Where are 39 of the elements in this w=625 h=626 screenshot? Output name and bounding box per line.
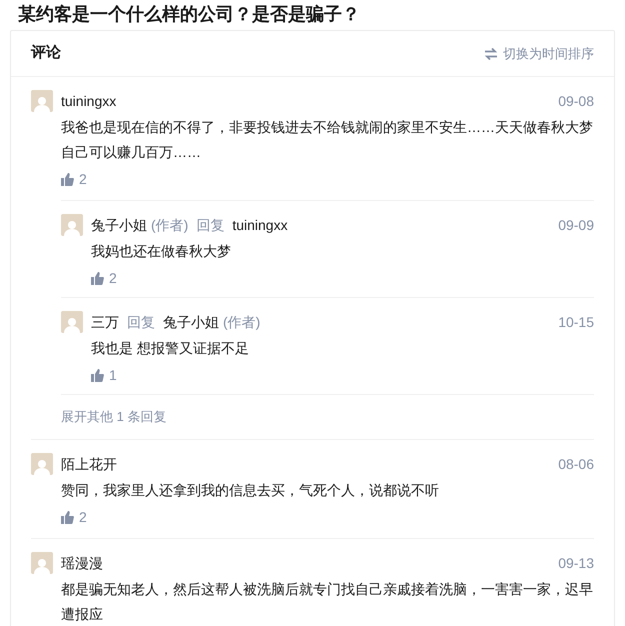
- comment-text: 我妈也还在做春秋大梦: [91, 242, 232, 261]
- like-button[interactable]: 2: [61, 169, 87, 190]
- author-tag: (作者): [223, 312, 260, 332]
- thumbs-up-icon: [91, 272, 104, 285]
- swap-icon: [484, 48, 498, 60]
- thumbs-up-icon: [61, 511, 74, 524]
- username: 三万: [91, 312, 119, 332]
- comment-text: 我爸也是现在信的不得了，非要投钱进去不给钱就闹的家里不安生……天天做春秋大梦自己可以赚几百万……: [61, 118, 594, 162]
- avatar: [31, 552, 53, 574]
- comment-text: 都是骗无知老人，然后这帮人被洗脑后就专门找自己亲戚接着洗脑，一害害一家，迟早遭报应: [61, 580, 594, 624]
- username: 兔子小姐: [163, 312, 219, 332]
- sort-toggle-button[interactable]: 切换为时间排序: [484, 44, 594, 64]
- comment-text: 赞同，我家里人还拿到我的信息去买，气死个人，说都说不听: [61, 481, 440, 500]
- expand-replies-link[interactable]: 展开其他 1 条回复: [61, 407, 166, 426]
- avatar: [31, 453, 53, 475]
- comment-date: 09-09: [558, 216, 594, 234]
- author-tag: (作者): [151, 214, 188, 236]
- like-button[interactable]: 2: [61, 507, 87, 528]
- thumbs-up-icon: [91, 369, 104, 382]
- avatar: [61, 311, 83, 333]
- comment-date: 10-15: [558, 312, 594, 332]
- thumbs-up-icon: [61, 173, 74, 186]
- username: tuiningxx: [61, 92, 116, 111]
- avatar: [61, 214, 83, 236]
- like-button[interactable]: 1: [91, 365, 117, 386]
- username: tuiningxx: [232, 216, 288, 235]
- comment-date: 09-13: [558, 554, 594, 572]
- comment-date: 09-08: [558, 92, 594, 110]
- comment-date: 08-06: [558, 454, 594, 474]
- avatar: [31, 90, 53, 112]
- reply-label: 回复: [196, 216, 224, 234]
- comment-text: 我也是 想报警又证据不足: [91, 339, 250, 358]
- username: 瑶漫漫: [61, 554, 103, 572]
- like-button[interactable]: 2: [91, 268, 117, 289]
- reply-label: 回复: [127, 312, 155, 332]
- page-title: 某约客是一个什么样的公司？是否是骗子？: [17, 3, 361, 26]
- comments-heading: 评论: [31, 43, 61, 64]
- username: 陌上花开: [61, 454, 117, 474]
- username: 兔子小姐: [91, 216, 147, 234]
